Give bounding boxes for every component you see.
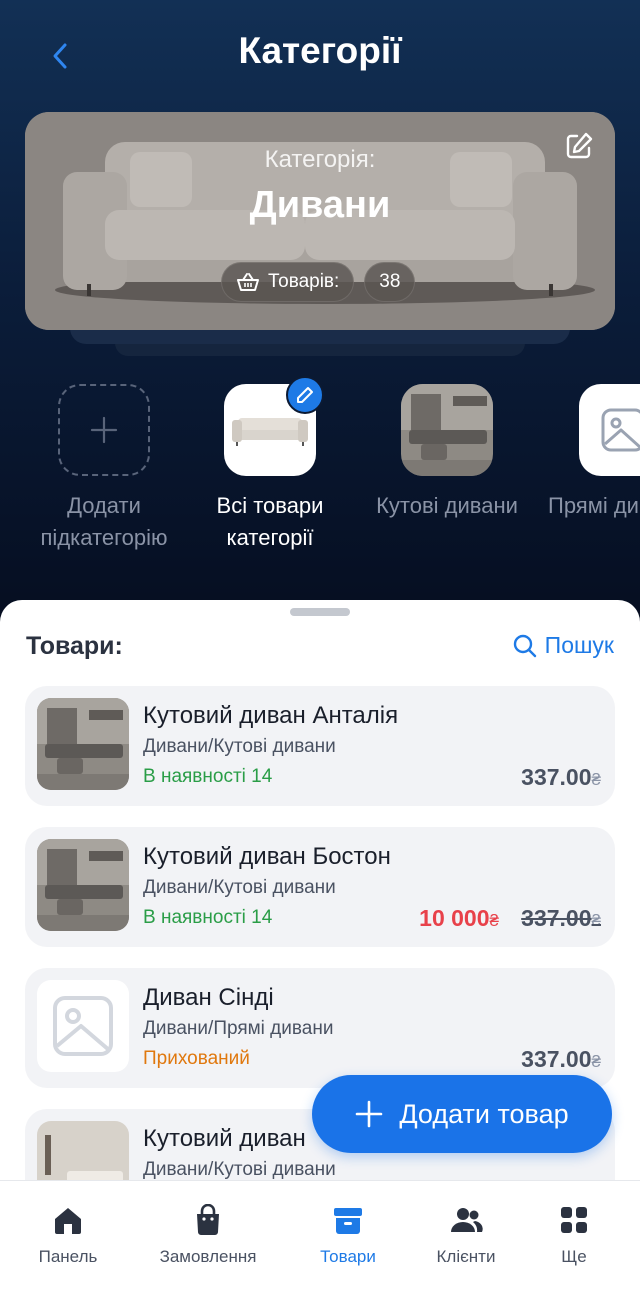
product-name: Кутовий диван Анталія <box>143 702 399 729</box>
tab-label: Товари <box>320 1247 376 1266</box>
product-name: Диван Сінді <box>143 984 274 1011</box>
count-value-pill: 38 <box>364 262 416 302</box>
subcategory-tile[interactable] <box>224 376 324 476</box>
product-status: В наявності 14 <box>143 907 273 928</box>
search-button[interactable]: Пошук <box>513 632 614 659</box>
subcategory-label: Всі товари категорії <box>216 493 324 550</box>
search-label: Пошук <box>544 632 614 658</box>
tab-more[interactable]: Ще <box>514 1203 634 1267</box>
subcategory-tile[interactable] <box>579 384 640 476</box>
product-category-path: Дивани/Кутові дивани <box>143 877 336 898</box>
product-sale-price: 10 000₴ <box>419 905 499 931</box>
room-thumbnail <box>401 384 493 476</box>
subcategory-label: Кутові дивани <box>376 493 518 518</box>
products-title: Товари: <box>26 632 123 660</box>
grid-icon <box>561 1207 587 1233</box>
tab-label: Клієнти <box>436 1247 496 1266</box>
subcategory-label: Додати підкатегорію <box>40 493 168 550</box>
subcategory-tile[interactable] <box>401 384 493 476</box>
bag-icon <box>197 1204 219 1235</box>
plus-icon <box>356 1100 383 1128</box>
category-hero-card[interactable]: Категорія: Дивани Товарів: 38 <box>25 112 615 330</box>
product-price: 337.00₴ <box>521 764 601 790</box>
tab-label: Ще <box>561 1247 587 1266</box>
product-status: Прихований <box>143 1048 250 1069</box>
subcategory-label: Прямі ди <box>548 493 639 518</box>
product-name: Кутовий диван Бостон <box>143 843 391 870</box>
basket-icon <box>237 273 259 291</box>
bottom-tab-bar: Панель Замовлення Товари Клієнти Ще <box>0 1180 640 1314</box>
image-placeholder-icon <box>601 408 640 452</box>
product-card[interactable]: Диван Сінді Дивани/Прямі дивани Прихован… <box>25 968 615 1088</box>
tab-products[interactable]: Товари <box>288 1203 408 1267</box>
subcategory-list: Додати підкатегорію Всі товари категорії <box>0 376 640 584</box>
sheet-handle[interactable] <box>290 608 350 616</box>
subcategory-corner[interactable]: Кутові дивани <box>357 384 537 522</box>
add-subcategory-button[interactable]: Додати підкатегорію <box>14 384 194 554</box>
image-placeholder-icon <box>53 996 113 1056</box>
tab-panel[interactable]: Панель <box>8 1203 128 1267</box>
product-status: В наявності 14 <box>143 766 273 787</box>
product-name: Кутовий диван <box>143 1125 306 1152</box>
plus-icon <box>90 416 118 444</box>
count-label: Товарів: <box>268 271 340 292</box>
users-icon <box>451 1208 483 1232</box>
tab-label: Замовлення <box>159 1247 257 1266</box>
category-name: Дивани <box>249 184 391 226</box>
product-thumbnail <box>37 839 129 931</box>
product-card[interactable]: Кутовий диван Анталія Дивани/Кутові дива… <box>25 686 615 806</box>
top-section: Категорії Категорія: Дивани Товарів: 38 … <box>0 0 640 640</box>
subcategory-straight[interactable]: Прямі ди <box>534 384 640 522</box>
product-card[interactable]: Кутовий диван Бостон Дивани/Кутові диван… <box>25 827 615 947</box>
count-label-pill: Товарів: <box>221 262 355 302</box>
category-label: Категорія: <box>264 146 376 173</box>
subcategory-all[interactable]: Всі товари категорії <box>180 376 360 554</box>
tab-label: Панель <box>38 1247 98 1266</box>
add-product-label: Додати товар <box>399 1098 569 1129</box>
tab-clients[interactable]: Клієнти <box>406 1203 526 1267</box>
product-thumbnail <box>37 698 129 790</box>
search-icon <box>513 634 536 657</box>
pencil-icon <box>297 387 313 403</box>
product-price: 337.00₴ <box>521 1046 601 1072</box>
box-icon <box>334 1208 362 1234</box>
count-value: 38 <box>379 271 401 292</box>
product-category-path: Дивани/Кутові дивани <box>143 1159 336 1180</box>
product-category-path: Дивани/Прямі дивани <box>143 1018 334 1039</box>
product-count: Товарів: 38 <box>221 262 416 302</box>
product-thumbnail <box>37 980 129 1072</box>
product-old-price: 337.00₴ <box>521 905 601 931</box>
tab-orders[interactable]: Замовлення <box>148 1203 268 1267</box>
home-icon <box>55 1208 81 1234</box>
add-product-button[interactable]: Додати товар <box>312 1075 612 1153</box>
page-title: Категорії <box>238 30 402 71</box>
product-category-path: Дивани/Кутові дивани <box>143 736 336 757</box>
add-tile[interactable] <box>58 384 150 476</box>
edit-subcategory-button[interactable] <box>286 376 324 414</box>
